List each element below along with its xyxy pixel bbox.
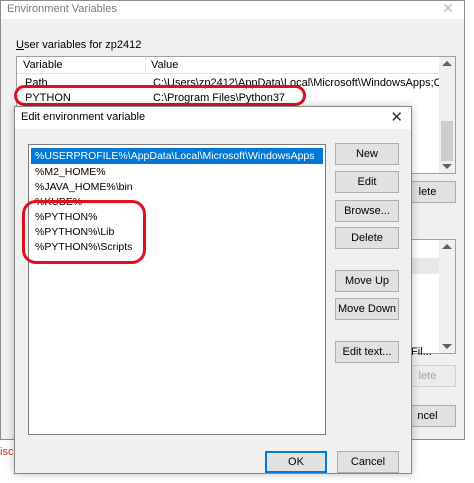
system-table-scrollbar[interactable] <box>439 240 455 353</box>
ok-button[interactable]: OK <box>265 451 327 473</box>
annotation-oval-python-row <box>14 85 306 106</box>
move-down-button[interactable]: Move Down <box>335 298 399 320</box>
new-button[interactable]: New <box>335 143 399 165</box>
left-partial-text: isc <box>0 446 14 458</box>
env-titlebar: Environment Variables ✕ <box>1 0 464 19</box>
scroll-down-icon[interactable] <box>442 344 452 349</box>
edit-dialog-titlebar: Edit environment variable ✕ <box>15 107 411 129</box>
scroll-down-icon[interactable] <box>442 164 452 169</box>
path-entries-list[interactable]: %USERPROFILE%\AppData\Local\Microsoft\Wi… <box>28 144 326 435</box>
list-item[interactable]: %M2_HOME% <box>31 164 323 180</box>
browse-button[interactable]: Browse... <box>335 200 399 222</box>
edit-dialog-title: Edit environment variable <box>21 111 146 123</box>
env-close-icon[interactable]: ✕ <box>442 0 454 17</box>
list-item[interactable]: %JAVA_HOME%\bin <box>31 179 323 195</box>
scrollbar-thumb[interactable] <box>441 121 453 161</box>
close-icon[interactable]: ✕ <box>390 108 403 126</box>
user-variables-label: User variables for zp2412 <box>16 39 142 51</box>
scroll-up-icon[interactable] <box>442 61 452 66</box>
column-header-variable[interactable]: Variable <box>23 59 63 71</box>
delete-button[interactable]: Delete <box>335 227 399 249</box>
env-window-title: Environment Variables <box>7 3 117 15</box>
edit-environment-variable-dialog: Edit environment variable ✕ %USERPROFILE… <box>14 106 412 474</box>
cancel-button[interactable]: Cancel <box>337 451 399 473</box>
column-header-value[interactable]: Value <box>151 59 178 71</box>
system-value-partial: Fil... <box>411 346 432 358</box>
edit-button[interactable]: Edit <box>335 171 399 193</box>
edit-text-button[interactable]: Edit text... <box>335 341 399 363</box>
scroll-up-icon[interactable] <box>442 244 452 249</box>
user-table-header: Variable Value <box>17 57 439 74</box>
list-item[interactable]: %USERPROFILE%\AppData\Local\Microsoft\Wi… <box>31 148 323 164</box>
user-table-scrollbar[interactable] <box>439 57 455 173</box>
column-divider <box>145 57 146 73</box>
annotation-oval-python-paths <box>22 200 146 264</box>
move-up-button[interactable]: Move Up <box>335 270 399 292</box>
